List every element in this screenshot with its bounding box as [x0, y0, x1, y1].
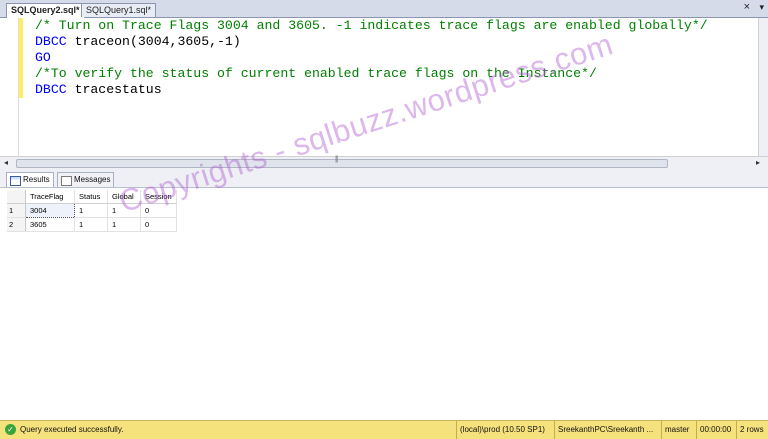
grid-cell[interactable]: 1 — [74, 217, 108, 232]
tab-sqlquery1[interactable]: SQLQuery1.sql* — [81, 3, 157, 17]
status-user: SreekanthPC\Sreekanth ... — [554, 421, 662, 439]
status-rows: 2 rows — [736, 421, 768, 439]
editor-gutter — [0, 18, 19, 156]
scroll-left-icon[interactable]: ◂ — [4, 158, 8, 167]
grid-cell[interactable]: 1 — [107, 217, 141, 232]
table-row[interactable]: 2 3605 1 1 0 — [7, 217, 177, 232]
code-keyword-dbcc: DBCC — [35, 34, 67, 49]
tab-messages[interactable]: Messages — [57, 172, 115, 187]
check-icon: ✓ — [5, 424, 16, 435]
column-header-status[interactable]: Status — [74, 190, 108, 204]
tab-sqlquery2[interactable]: SQLQuery2.sql* — [6, 3, 85, 18]
grid-corner[interactable] — [7, 190, 26, 204]
status-time: 00:00:00 — [696, 421, 737, 439]
scrollbar-thumb[interactable] — [16, 156, 668, 168]
code-line-2: traceon(3004,3605,-1) — [66, 34, 241, 49]
changed-lines-marker — [19, 18, 23, 98]
close-icon[interactable]: × — [744, 1, 750, 13]
status-server: (local)\prod (10.50 SP1) — [456, 421, 557, 439]
grid-cell[interactable]: 0 — [140, 217, 177, 232]
status-message: Query executed successfully. — [20, 425, 124, 434]
grid-cell[interactable]: 3004 — [25, 203, 75, 218]
grid-cell[interactable]: 1 — [74, 203, 108, 218]
document-tab-strip: SQLQuery2.sql* SQLQuery1.sql* ▾ × — [0, 0, 768, 18]
status-database: master — [661, 421, 698, 439]
row-number[interactable]: 2 — [7, 217, 26, 232]
editor-vertical-scrollbar[interactable] — [758, 18, 768, 156]
code-keyword-dbcc-2: DBCC — [35, 82, 67, 97]
row-number[interactable]: 1 — [7, 203, 26, 218]
grid-icon — [10, 176, 21, 186]
code-line-5: tracestatus — [66, 82, 162, 97]
editor-horizontal-scrollbar[interactable]: ◂ ▸ — [0, 156, 768, 169]
messages-icon — [61, 176, 72, 186]
tab-results-label: Results — [23, 175, 50, 184]
status-bar: ✓ Query executed successfully. (local)\p… — [0, 420, 768, 439]
code-keyword-go: GO — [35, 50, 51, 65]
grid-cell[interactable]: 3605 — [25, 217, 75, 232]
tab-messages-label: Messages — [74, 175, 111, 184]
scroll-right-icon[interactable]: ▸ — [756, 158, 760, 167]
chevron-down-icon[interactable]: ▾ — [759, 2, 764, 13]
tab-results[interactable]: Results — [6, 172, 54, 187]
column-header-traceflag[interactable]: TraceFlag — [25, 190, 75, 204]
